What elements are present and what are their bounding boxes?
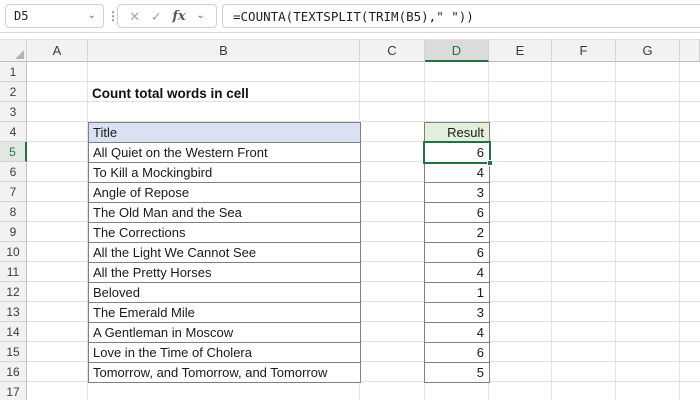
formula-bar-row: D5 ⌄ ⋮ ✕ ✓ fx ⌄ =COUNTA(TEXTSPLIT(TRIM(B… [0,0,700,33]
cell-d7-result[interactable]: 3 [424,182,490,203]
chevron-down-icon[interactable]: ⌄ [196,11,204,21]
gridline-horizontal [27,81,700,82]
spreadsheet-grid[interactable]: A B C D E F G 1 2 3 4 5 6 7 8 9 10 11 12 13 14 15 16 17 Count to… [0,39,700,400]
row-header-14[interactable]: 14 [0,322,27,342]
cell-b11-title[interactable]: All the Pretty Horses [88,262,361,283]
excel-window: D5 ⌄ ⋮ ✕ ✓ fx ⌄ =COUNTA(TEXTSPLIT(TRIM(B… [0,0,700,400]
cell-d6-result[interactable]: 4 [424,162,490,183]
cell-d10-result[interactable]: 6 [424,242,490,263]
row-header-7[interactable]: 7 [0,182,27,202]
column-header-b[interactable]: B [88,39,360,62]
cell-d8-result[interactable]: 6 [424,202,490,223]
cancel-icon[interactable]: ✕ [129,10,140,23]
cell-d16-result[interactable]: 5 [424,362,490,383]
row-header-1[interactable]: 1 [0,62,27,82]
active-cell-selection[interactable] [423,141,493,166]
row-header-4[interactable]: 4 [0,122,27,142]
insert-function-icon[interactable]: fx [172,10,185,23]
cell-b16-title[interactable]: Tomorrow, and Tomorrow, and Tomorrow [88,362,361,383]
cell-b12-title[interactable]: Beloved [88,282,361,303]
cell-d12-result[interactable]: 1 [424,282,490,303]
row-header-5[interactable]: 5 [0,142,27,162]
row-header-16[interactable]: 16 [0,362,27,382]
cell-b8-title[interactable]: The Old Man and the Sea [88,202,361,223]
name-box[interactable]: D5 ⌄ [5,4,104,28]
row-header-2[interactable]: 2 [0,82,27,102]
gridline-vertical [679,62,680,400]
column-header-partial[interactable] [680,39,700,62]
row-header-8[interactable]: 8 [0,202,27,222]
sheet-heading: Count total words in cell [92,86,249,101]
select-all-corner[interactable] [0,39,27,62]
table-header-title[interactable]: Title [88,122,361,143]
cell-b6-title[interactable]: To Kill a Mockingbird [88,162,361,183]
row-header-10[interactable]: 10 [0,242,27,262]
cell-d9-result[interactable]: 2 [424,222,490,243]
cell-b5-title[interactable]: All Quiet on the Western Front [88,142,361,163]
row-header-17[interactable]: 17 [0,382,27,400]
column-header-g[interactable]: G [616,39,680,62]
row-header-6[interactable]: 6 [0,162,27,182]
gridline-vertical [615,62,616,400]
formula-input[interactable]: =COUNTA(TEXTSPLIT(TRIM(B5)," ")) [222,4,700,28]
row-header-11[interactable]: 11 [0,262,27,282]
cell-d13-result[interactable]: 3 [424,302,490,323]
formula-button-group: ✕ ✓ fx ⌄ [117,4,217,28]
table-header-result[interactable]: Result [424,122,490,143]
cell-d14-result[interactable]: 4 [424,322,490,343]
select-all-triangle-icon [15,50,24,59]
cell-b13-title[interactable]: The Emerald Mile [88,302,361,323]
row-header-15[interactable]: 15 [0,342,27,362]
column-header-d[interactable]: D [425,39,489,62]
row-header-13[interactable]: 13 [0,302,27,322]
cell-b9-title[interactable]: The Corrections [88,222,361,243]
column-header-c[interactable]: C [360,39,425,62]
formula-text: =COUNTA(TEXTSPLIT(TRIM(B5)," ")) [233,8,474,24]
column-header-f[interactable]: F [552,39,616,62]
chevron-down-icon[interactable]: ⌄ [88,11,103,21]
gridline-vertical [551,62,552,400]
row-header-3[interactable]: 3 [0,102,27,122]
name-box-cell-reference: D5 [14,9,29,23]
column-header-e[interactable]: E [489,39,552,62]
enter-icon[interactable]: ✓ [151,10,162,23]
cell-d11-result[interactable]: 4 [424,262,490,283]
cell-b14-title[interactable]: A Gentleman in Moscow [88,322,361,343]
row-header-12[interactable]: 12 [0,282,27,302]
cell-d15-result[interactable]: 6 [424,342,490,363]
cell-b10-title[interactable]: All the Light We Cannot See [88,242,361,263]
fill-handle[interactable] [487,160,493,166]
row-header-9[interactable]: 9 [0,222,27,242]
cell-b15-title[interactable]: Love in the Time of Cholera [88,342,361,363]
cell-b7-title[interactable]: Angle of Repose [88,182,361,203]
column-header-a[interactable]: A [27,39,88,62]
